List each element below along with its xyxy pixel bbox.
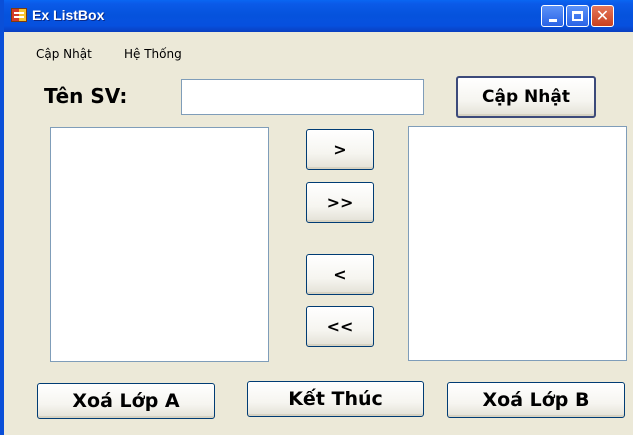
menu-item-system[interactable]: Hệ Thống	[124, 47, 182, 61]
move-all-right-button[interactable]: >>	[306, 182, 374, 223]
close-button[interactable]: ✕	[591, 5, 614, 27]
maximize-button[interactable]	[566, 5, 589, 27]
move-one-left-button[interactable]: <	[306, 254, 374, 295]
minimize-button[interactable]	[541, 5, 564, 27]
student-name-input[interactable]	[181, 79, 424, 115]
move-all-left-button[interactable]: <<	[306, 306, 374, 347]
exit-button[interactable]: Kết Thúc	[247, 381, 424, 417]
close-icon: ✕	[595, 6, 610, 25]
menu-item-update[interactable]: Cập Nhật	[36, 47, 92, 61]
menu-bar: Cập Nhật Hệ Thống	[4, 32, 633, 67]
update-button[interactable]: Cập Nhật	[456, 76, 596, 118]
class-b-listbox[interactable]	[408, 126, 627, 361]
minimize-icon	[548, 18, 557, 22]
clear-class-b-button[interactable]: Xoá Lớp B	[447, 382, 625, 418]
window-title: Ex ListBox	[32, 7, 105, 23]
clear-class-a-button[interactable]: Xoá Lớp A	[37, 383, 215, 419]
app-icon[interactable]	[11, 8, 27, 22]
maximize-icon	[572, 11, 583, 21]
student-name-label: Tên SV:	[44, 84, 128, 108]
move-one-right-button[interactable]: >	[306, 129, 374, 170]
title-bar[interactable]: Ex ListBox ✕	[4, 0, 633, 32]
class-a-listbox[interactable]	[50, 127, 269, 362]
